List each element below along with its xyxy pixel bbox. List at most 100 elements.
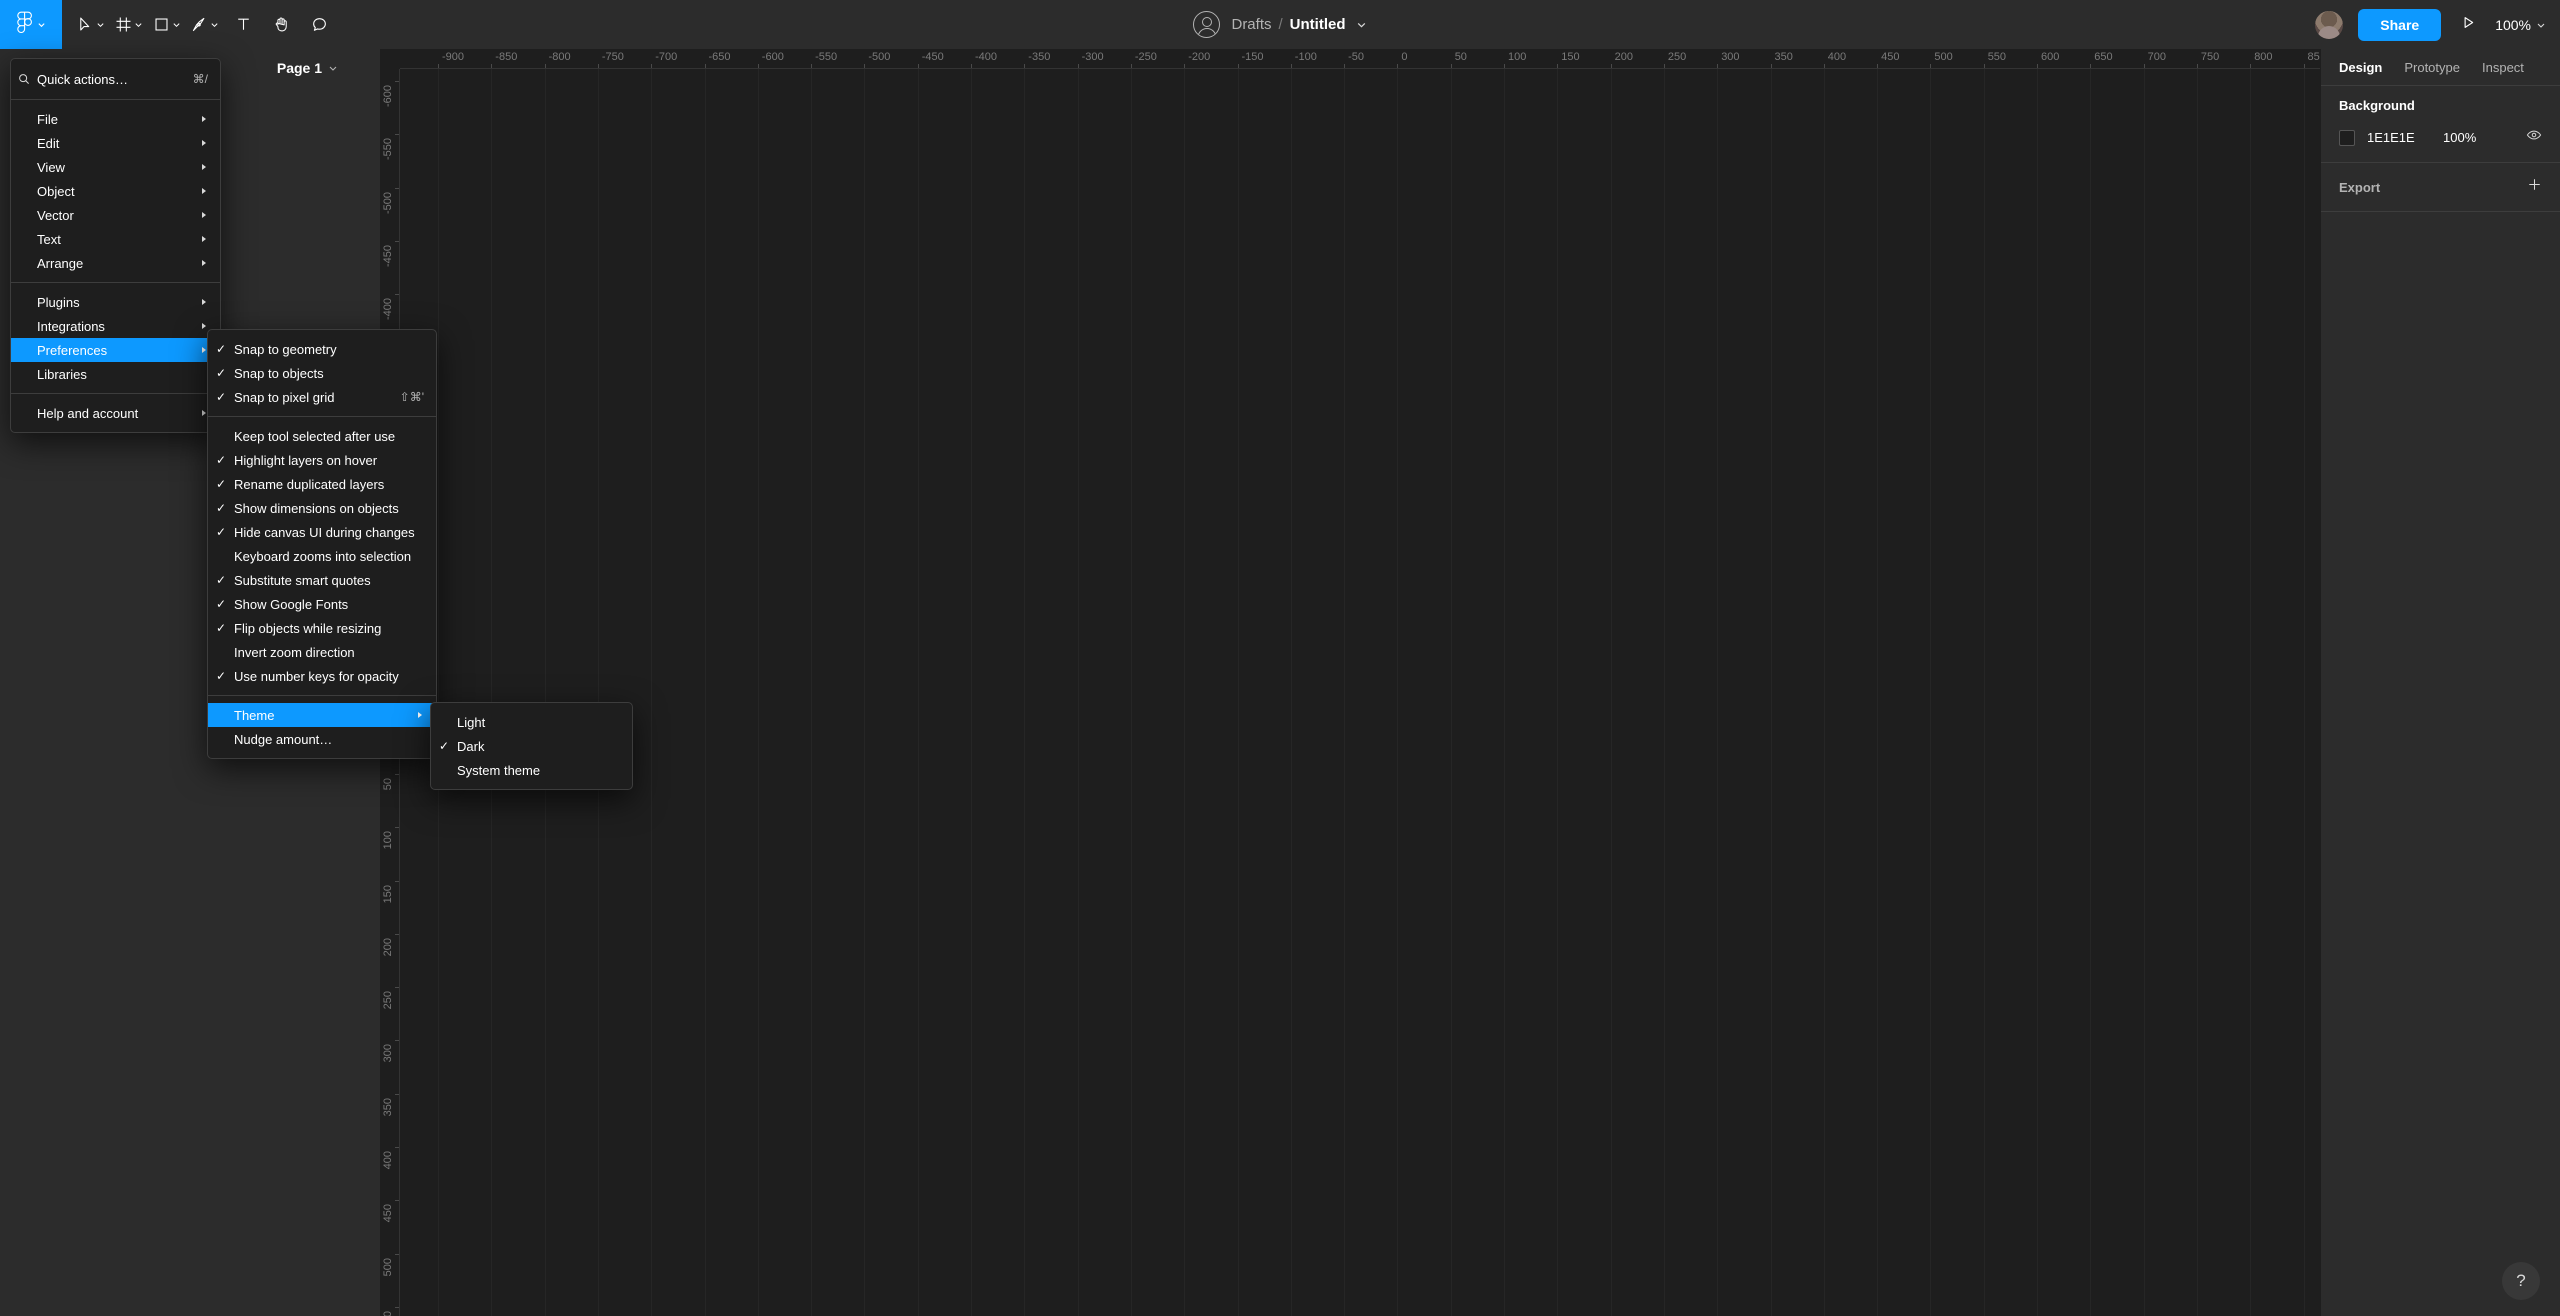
- file-menu-chevron-icon[interactable]: [1356, 19, 1367, 30]
- figma-menu-button[interactable]: [0, 0, 62, 49]
- pref-substitute-smart-quotes[interactable]: ✓ Substitute smart quotes: [208, 568, 436, 592]
- check-icon: ✓: [215, 669, 227, 683]
- canvas-gridline-v: [2303, 69, 2305, 1316]
- pref-highlight-layers-on-hover[interactable]: ✓ Highlight layers on hover: [208, 448, 436, 472]
- menu-item-file[interactable]: File: [11, 107, 220, 131]
- theme-option-system[interactable]: System theme: [431, 758, 632, 782]
- shape-tool[interactable]: [148, 0, 186, 49]
- pref-nudge-amount[interactable]: Nudge amount…: [208, 727, 436, 751]
- menu-item-integrations[interactable]: Integrations: [11, 314, 220, 338]
- submenu-arrow-icon: [200, 139, 208, 147]
- main-menu: Quick actions… ⌘/ File Edit View Object …: [10, 58, 221, 433]
- help-button[interactable]: ?: [2502, 1262, 2540, 1300]
- avatar[interactable]: [2314, 9, 2345, 40]
- canvas-gridline-v: [1450, 69, 1452, 1316]
- canvas-surface[interactable]: [400, 69, 2412, 1316]
- menu-item-label: Libraries: [37, 366, 87, 382]
- menu-divider: [208, 416, 436, 417]
- eye-icon[interactable]: [2526, 127, 2542, 148]
- background-color-swatch[interactable]: [2339, 129, 2355, 146]
- pref-theme[interactable]: Theme: [208, 703, 436, 727]
- zoom-level-label: 100%: [2495, 16, 2531, 33]
- frame-tool[interactable]: [110, 0, 148, 49]
- chevron-down-icon[interactable]: [210, 20, 219, 29]
- move-tool[interactable]: [72, 0, 110, 49]
- menu-item-text[interactable]: Text: [11, 227, 220, 251]
- pen-icon: [191, 16, 208, 33]
- pref-keyboard-zooms-into-selection[interactable]: Keyboard zooms into selection: [208, 544, 436, 568]
- figma-logo-icon: [16, 11, 32, 38]
- menu-item-arrange[interactable]: Arrange: [11, 251, 220, 275]
- canvas-gridline-v: [971, 69, 972, 1316]
- pref-show-google-fonts[interactable]: ✓ Show Google Fonts: [208, 592, 436, 616]
- background-title: Background: [2339, 98, 2415, 113]
- breadcrumb-file-name[interactable]: Untitled: [1290, 16, 1346, 33]
- chevron-down-icon[interactable]: [96, 20, 105, 29]
- menu-item-label: Highlight layers on hover: [234, 452, 378, 468]
- canvas-gridline-v: [1610, 69, 1612, 1316]
- comment-tool[interactable]: [300, 0, 338, 49]
- chevron-down-icon[interactable]: [172, 20, 181, 29]
- hand-tool[interactable]: [262, 0, 300, 49]
- text-tool[interactable]: [224, 0, 262, 49]
- menu-item-label: Snap to objects: [234, 365, 324, 381]
- pref-flip-objects-while-resizing[interactable]: ✓ Flip objects while resizing: [208, 616, 436, 640]
- menu-divider: [208, 695, 436, 696]
- canvas-gridline-v: [1130, 69, 1132, 1316]
- present-button[interactable]: [2455, 12, 2481, 38]
- theme-option-light[interactable]: Light: [431, 710, 632, 734]
- check-icon: ✓: [215, 453, 227, 467]
- canvas-gridline-v: [1290, 69, 1292, 1316]
- canvas-gridline-v: [811, 69, 813, 1316]
- menu-item-help-and-account[interactable]: Help and account: [11, 401, 220, 425]
- menu-item-edit[interactable]: Edit: [11, 131, 220, 155]
- ruler-tick-v: 150: [380, 880, 399, 934]
- menu-item-label: Edit: [37, 135, 60, 151]
- pref-snap-to-pixel-grid[interactable]: ✓ Snap to pixel grid ⇧⌘': [208, 385, 436, 409]
- menu-item-label: Keep tool selected after use: [234, 428, 396, 444]
- ruler-tick-v: 200: [380, 933, 399, 987]
- menu-item-view[interactable]: View: [11, 155, 220, 179]
- plus-icon[interactable]: [2527, 177, 2542, 197]
- canvas-gridline-v: [2143, 69, 2145, 1316]
- pref-rename-duplicated-layers[interactable]: ✓ Rename duplicated layers: [208, 472, 436, 496]
- menu-item-plugins[interactable]: Plugins: [11, 290, 220, 314]
- pref-snap-to-geometry[interactable]: ✓ Snap to geometry: [208, 337, 436, 361]
- chevron-down-icon[interactable]: [134, 20, 143, 29]
- menu-item-libraries[interactable]: Libraries: [11, 362, 220, 386]
- tab-design[interactable]: Design: [2339, 60, 2382, 75]
- pref-invert-zoom-direction[interactable]: Invert zoom direction: [208, 640, 436, 664]
- canvas-gridline-v: [438, 69, 439, 1316]
- cursor-icon: [77, 16, 94, 33]
- pref-snap-to-objects[interactable]: ✓ Snap to objects: [208, 361, 436, 385]
- panel-tabs: Design Prototype Inspect: [2321, 49, 2560, 86]
- menu-item-object[interactable]: Object: [11, 179, 220, 203]
- tab-prototype[interactable]: Prototype: [2404, 60, 2460, 75]
- figma-menu-chevron-icon: [37, 16, 46, 34]
- zoom-control[interactable]: 100%: [2495, 17, 2546, 33]
- theme-option-dark[interactable]: ✓ Dark: [431, 734, 632, 758]
- pref-hide-canvas-ui-during-changes[interactable]: ✓ Hide canvas UI during changes: [208, 520, 436, 544]
- menu-item-label: Show dimensions on objects: [234, 500, 399, 516]
- background-hex-value[interactable]: 1E1E1E: [2367, 130, 2443, 145]
- menu-item-shortcut: ⇧⌘': [399, 390, 424, 404]
- breadcrumb-project[interactable]: Drafts: [1231, 16, 1271, 33]
- pref-show-dimensions-on-objects[interactable]: ✓ Show dimensions on objects: [208, 496, 436, 520]
- tab-inspect[interactable]: Inspect: [2482, 60, 2524, 75]
- quick-actions-item[interactable]: Quick actions… ⌘/: [11, 66, 220, 92]
- ruler-tick-v: 350: [380, 1093, 399, 1147]
- export-title: Export: [2339, 179, 2381, 195]
- background-opacity-value[interactable]: 100%: [2443, 130, 2495, 145]
- pref-use-number-keys-for-opacity[interactable]: ✓ Use number keys for opacity: [208, 664, 436, 688]
- breadcrumb-separator: /: [1278, 16, 1283, 33]
- pen-tool[interactable]: [186, 0, 224, 49]
- check-icon: ✓: [438, 739, 450, 753]
- menu-divider: [11, 393, 220, 394]
- canvas-area[interactable]: -900 -850 -800 -750 -700 -650 -600 -550 -500 -450…: [380, 49, 2412, 1316]
- ruler-tick-v: 550: [380, 1306, 399, 1316]
- share-button[interactable]: Share: [2358, 8, 2442, 41]
- check-icon: ✓: [215, 621, 227, 635]
- menu-item-preferences[interactable]: Preferences: [11, 338, 220, 362]
- menu-item-vector[interactable]: Vector: [11, 203, 220, 227]
- pref-keep-tool-selected-after-use[interactable]: Keep tool selected after use: [208, 424, 436, 448]
